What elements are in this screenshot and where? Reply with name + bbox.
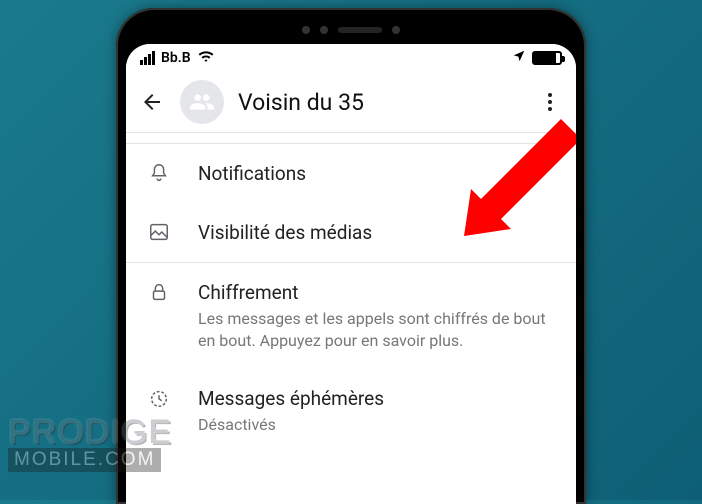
status-bar: Bb.B [126,44,576,72]
settings-item-media-visibility[interactable]: Visibilité des médias [126,203,576,262]
location-icon [512,49,526,67]
bell-icon [148,162,170,184]
carrier-label: Bb.B [161,50,191,66]
more-vertical-icon [548,93,552,111]
wifi-icon [197,49,215,67]
settings-item-notifications[interactable]: Notifications [126,144,576,203]
timer-icon [148,387,170,409]
image-icon [148,221,170,243]
battery-icon [532,51,562,65]
more-options-button[interactable] [536,88,564,116]
group-avatar[interactable] [180,80,224,124]
settings-item-ephemeral-messages[interactable]: Messages éphémères Désactivés [126,369,576,454]
item-subtitle: Désactivés [198,414,558,436]
lock-icon [148,281,170,303]
item-title: Chiffrement [198,281,558,304]
item-title: Notifications [198,162,558,185]
phone-notch [126,16,576,44]
signal-icon [140,51,155,65]
phone-frame: Bb.B Voisin du 35 [116,8,586,504]
settings-item-encryption[interactable]: Chiffrement Les messages et les appels s… [126,263,576,369]
item-title: Visibilité des médias [198,221,558,244]
item-title: Messages éphémères [198,387,558,410]
back-button[interactable] [138,88,166,116]
phone-screen: Bb.B Voisin du 35 [126,44,576,504]
item-subtitle: Les messages et les appels sont chiffrés… [198,308,558,351]
app-bar: Voisin du 35 [126,72,576,132]
page-title: Voisin du 35 [238,89,522,116]
